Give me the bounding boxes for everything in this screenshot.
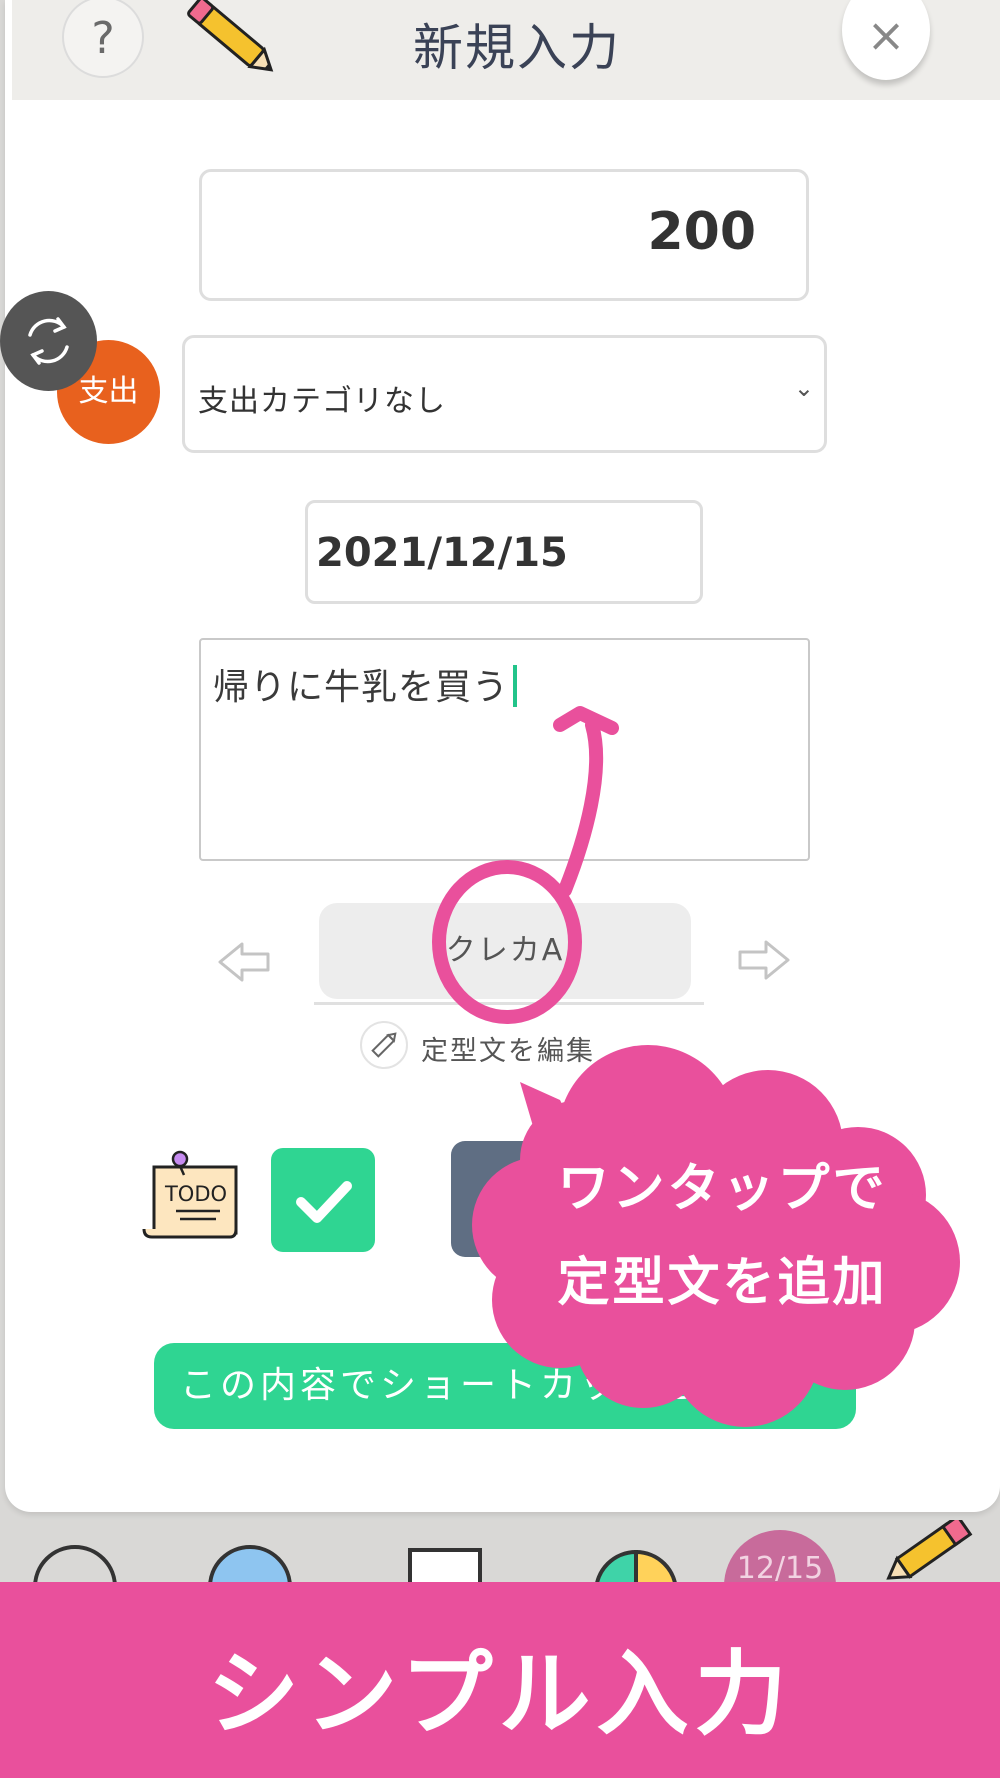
todo-icon-text: TODO — [164, 1182, 227, 1206]
create-shortcut-label: この内容でショートカットを作る — [180, 1365, 781, 1406]
nav-icon-2 — [208, 1545, 292, 1582]
todo-checkbox[interactable] — [271, 1148, 375, 1252]
arrow-left-icon[interactable] — [216, 940, 274, 984]
edit-templates-label[interactable]: 定型文を編集 — [421, 1029, 595, 1068]
date-field[interactable]: 2021/12/15 — [305, 500, 703, 604]
nav-icon-3 — [408, 1548, 482, 1582]
promo-banner: シンプル入力 — [0, 1582, 1000, 1778]
arrow-right-icon[interactable] — [734, 938, 792, 982]
annotation-bubble-text: ワンタップで 定型文を追加 — [500, 1142, 945, 1330]
memo-value: 帰りに牛乳を買う — [213, 667, 510, 708]
sync-icon — [28, 317, 69, 365]
amount-value: 200 — [647, 202, 756, 262]
edit-pencil-icon — [371, 1032, 397, 1058]
category-select[interactable]: 支出カテゴリなし ⌄ — [182, 335, 827, 453]
sync-button[interactable] — [0, 291, 97, 391]
nav-icon-4b — [634, 1549, 677, 1582]
nav-icon-4 — [595, 1549, 638, 1582]
nav-icon-1 — [33, 1545, 117, 1582]
memo-text-wrap: 帰りに牛乳を買う — [213, 658, 518, 710]
edit-templates-button[interactable] — [360, 1021, 408, 1069]
chevron-down-icon: ⌄ — [793, 374, 814, 402]
date-value: 2021/12/15 — [316, 530, 568, 576]
chip-underline — [314, 1002, 704, 1005]
banner-text: シンプル入力 — [207, 1641, 793, 1748]
annotation-line-2: 定型文を追加 — [557, 1253, 888, 1313]
todo-note-icon[interactable]: TODO — [140, 1149, 248, 1245]
new-entry-pencil-icon[interactable] — [870, 1520, 980, 1590]
annotation-line-1: ワンタップで — [557, 1159, 888, 1219]
memo-textarea[interactable]: 帰りに牛乳を買う — [199, 638, 810, 861]
bottom-nav-icons — [33, 1545, 677, 1582]
check-icon — [296, 1181, 352, 1223]
amount-input[interactable]: 200 — [199, 169, 809, 301]
category-value: 支出カテゴリなし — [198, 384, 446, 419]
create-shortcut-button[interactable]: この内容でショートカットを作る — [154, 1343, 856, 1429]
header-bar: ? 新規入力 × — [12, 0, 1000, 100]
template-chip[interactable]: クレカA — [319, 903, 691, 999]
text-cursor — [513, 665, 518, 707]
